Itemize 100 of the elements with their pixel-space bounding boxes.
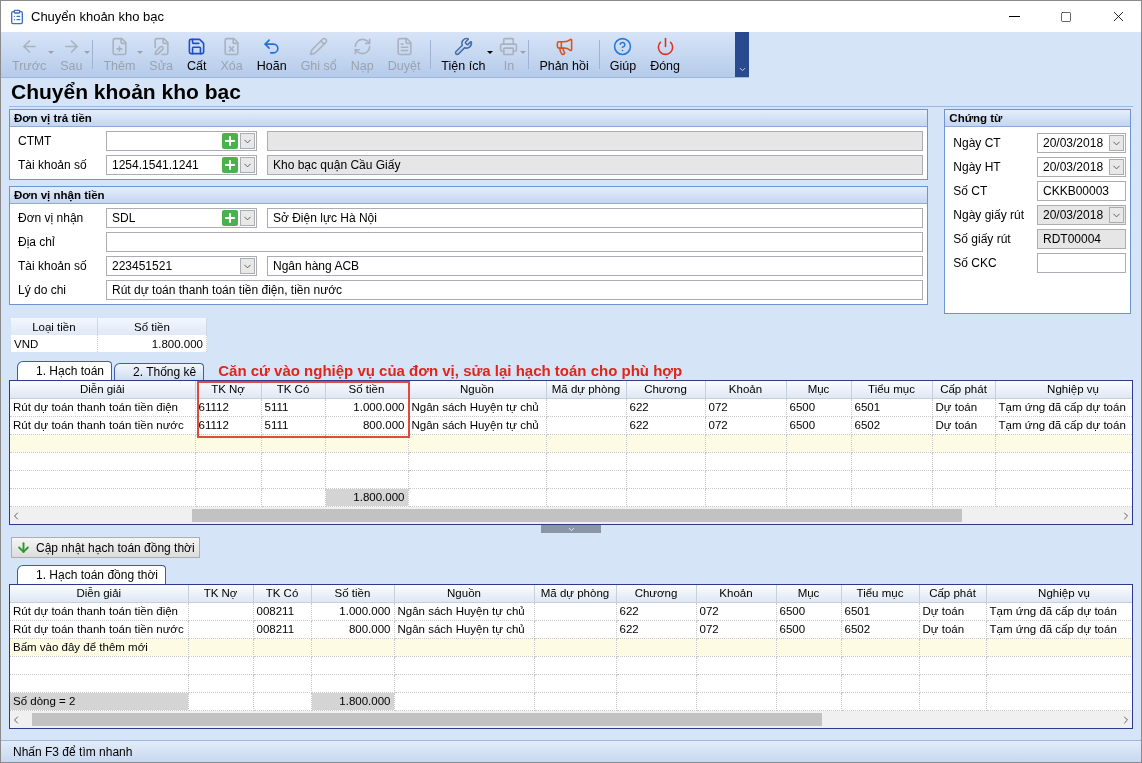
lookup-field[interactable]: 1254.1541.1241 — [106, 155, 257, 175]
table-cell: Rút dự toán thanh toán tiền nước — [10, 620, 188, 638]
toolbar-button[interactable]: Cất — [180, 32, 214, 77]
column-header[interactable]: Diễn giải — [10, 585, 188, 602]
column-header[interactable]: Khoản — [705, 381, 786, 398]
table-cell: 6500 — [786, 416, 851, 434]
text-field[interactable]: Rút dự toán thanh toán tiền điện, tiền nước — [106, 280, 924, 300]
table-cell: Rút dự toán thanh toán tiền nước — [10, 416, 195, 434]
window-title: Chuyển khoản kho bạc — [31, 9, 165, 24]
tab[interactable]: 1. Hạch toán — [17, 361, 113, 380]
detail-field[interactable]: Ngân hàng ACB — [267, 256, 924, 276]
field-label: Tài khoản số — [18, 158, 88, 172]
table-cell: 61112 — [195, 398, 261, 416]
table-cell: 072 — [705, 398, 786, 416]
table-cell: 5111 — [261, 416, 325, 434]
toolbar-button[interactable]: Đóng — [643, 32, 688, 77]
date-field[interactable]: 20/03/2018 — [1037, 205, 1126, 225]
date-field[interactable]: 20/03/2018 — [1037, 157, 1126, 177]
table-cell: Ngân sách Huyện tự chủ — [394, 602, 534, 620]
table-cell: 5111 — [261, 398, 325, 416]
field-label: Đơn vị nhận — [18, 211, 85, 225]
detail-field[interactable]: Kho bạc quận Cầu Giấy — [267, 155, 924, 175]
table-cell: 008211 — [253, 602, 311, 620]
combo-field[interactable]: 223451521 — [106, 256, 257, 276]
date-field[interactable]: 20/03/2018 — [1037, 133, 1126, 153]
lookup-field[interactable]: SDL — [106, 208, 257, 228]
column-header[interactable]: Chương — [626, 381, 705, 398]
field-label: Địa chỉ — [18, 235, 56, 249]
table-cell: 072 — [705, 416, 786, 434]
table-cell: 622 — [616, 620, 696, 638]
total-cell: 1.800.000 — [325, 488, 408, 506]
column-header[interactable]: TK Nợ — [188, 585, 253, 602]
table-cell: 800.000 — [311, 620, 394, 638]
table-cell: 008211 — [253, 620, 311, 638]
text-field[interactable]: RDT00004 — [1037, 229, 1126, 249]
table-cell: 622 — [626, 416, 705, 434]
field-label: Số giấy rút — [953, 232, 1011, 246]
toolbar-button[interactable]: Phản hồi — [532, 32, 596, 77]
toolbar-button[interactable]: Giúp — [602, 32, 644, 77]
group-title: Đơn vị trả tiền — [10, 110, 928, 127]
table-cell: 6501 — [851, 398, 932, 416]
column-header[interactable]: Cấp phát — [932, 381, 995, 398]
column-header[interactable]: Tiểu mục — [851, 381, 932, 398]
table-cell: 6500 — [776, 602, 841, 620]
field-label: Số CKC — [953, 256, 997, 270]
column-header[interactable]: Số tiền — [311, 585, 394, 602]
field-label: Ngày HT — [953, 160, 1001, 174]
field-label: CTMT — [18, 134, 53, 148]
column-header: Loại tiền — [11, 318, 98, 335]
column-header: Số tiền — [97, 318, 207, 335]
table-cell: 1.000.000 — [325, 398, 408, 416]
tab[interactable]: 2. Thống kê — [114, 363, 205, 380]
update-button[interactable]: Cập nhật hạch toán đồng thời — [11, 537, 200, 558]
table-cell: Tạm ứng đã cấp dự toán — [986, 602, 1132, 620]
table-cell: Ngân sách Huyện tự chủ — [408, 398, 546, 416]
column-header[interactable]: Mã dự phòng — [546, 381, 626, 398]
column-header[interactable]: Mã dự phòng — [534, 585, 616, 602]
table-cell: Dự toán — [919, 620, 986, 638]
column-header[interactable]: Diễn giải — [10, 381, 195, 398]
column-header[interactable]: Nghiệp vụ — [986, 585, 1132, 602]
table-cell: 1.000.000 — [311, 602, 394, 620]
field-label: Tài khoản số — [18, 259, 88, 273]
table-cell: Tạm ứng đã cấp dự toán — [995, 398, 1132, 416]
column-header[interactable]: Khoản — [696, 585, 776, 602]
field-label: Ngày giấy rút — [953, 208, 1025, 222]
total-cell: 1.800.000 — [311, 692, 394, 710]
column-header[interactable]: Mục — [786, 381, 851, 398]
table-cell: Dự toán — [932, 416, 995, 434]
column-header[interactable]: Mục — [776, 585, 841, 602]
table-cell: 6500 — [776, 620, 841, 638]
table-cell: Rút dự toán thanh toán tiền điện — [10, 398, 195, 416]
column-header[interactable]: Nguồn — [394, 585, 534, 602]
column-header[interactable]: Tiểu mục — [841, 585, 919, 602]
column-header[interactable]: Nguồn — [408, 381, 546, 398]
table-cell: Tạm ứng đã cấp dự toán — [986, 620, 1132, 638]
detail-field[interactable]: Sở Điện lực Hà Nội — [267, 208, 924, 228]
text-field[interactable]: CKKB00003 — [1037, 181, 1126, 201]
tab[interactable]: 1. Hạch toán đồng thời — [17, 565, 166, 584]
table-cell: Ngân sách Huyện tự chủ — [394, 620, 534, 638]
table-cell: 800.000 — [325, 416, 408, 434]
toolbar-button[interactable]: Hoãn — [249, 32, 294, 77]
table-cell: Dự toán — [919, 602, 986, 620]
table-cell: 622 — [616, 602, 696, 620]
instruction-note: Căn cứ vào nghiệp vụ của đơn vị, sửa lại hạch toán cho phù hợp — [218, 361, 683, 379]
table-cell: Rút dự toán thanh toán tiền điện — [10, 602, 188, 620]
table-cell: 61112 — [195, 416, 261, 434]
table-cell: 1.800.000 — [97, 335, 207, 352]
table-cell: 6502 — [851, 416, 932, 434]
table-cell: Tạm ứng đã cấp dự toán — [995, 416, 1132, 434]
table-cell: Ngân sách Huyện tự chủ — [408, 416, 546, 434]
column-header[interactable]: Cấp phát — [919, 585, 986, 602]
toolbar-button[interactable]: Tiện ích — [434, 32, 493, 77]
table-cell: 6501 — [841, 602, 919, 620]
column-header[interactable]: Nghiệp vụ — [995, 381, 1132, 398]
table-cell: 072 — [696, 602, 776, 620]
table-cell: VND — [11, 335, 98, 352]
column-header[interactable]: TK Có — [253, 585, 311, 602]
column-header[interactable]: Chương — [616, 585, 696, 602]
table-cell: Dự toán — [932, 398, 995, 416]
group-title: Chứng từ — [945, 110, 1130, 127]
